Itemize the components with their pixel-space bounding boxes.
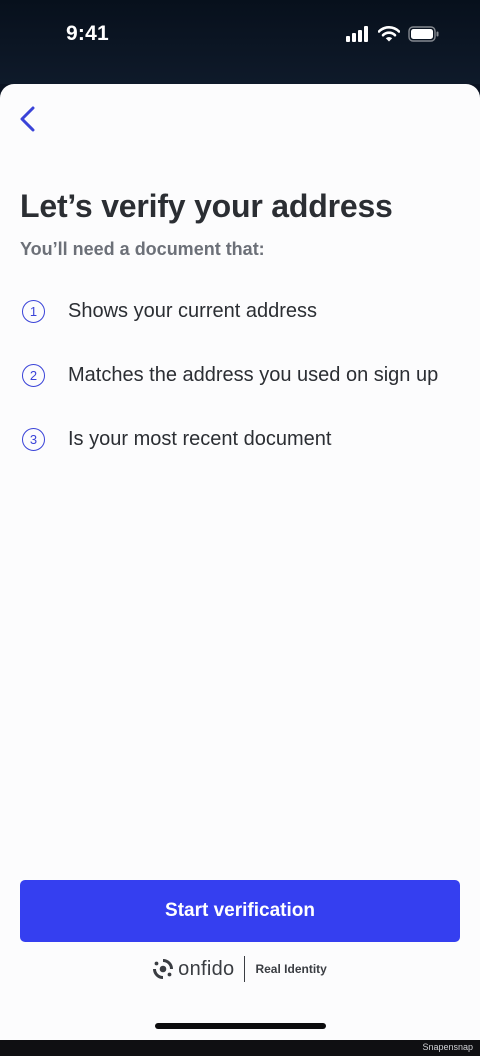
watermark-text: Snapensnap: [422, 1042, 473, 1052]
brand-footer: onfido Real Identity: [0, 954, 480, 984]
number-badge: 2: [22, 364, 45, 387]
requirement-text: Shows your current address: [68, 300, 318, 322]
requirement-item: 1 Shows your current address: [22, 294, 462, 358]
chevron-left-icon: [20, 106, 35, 132]
wifi-icon: [378, 26, 400, 42]
brand-tagline: Real Identity: [255, 962, 327, 976]
status-time: 9:41: [66, 22, 109, 45]
requirement-item: 2 Matches the address you used on sign u…: [22, 358, 462, 422]
onfido-logo-icon: [153, 959, 174, 979]
brand-divider: [244, 956, 246, 982]
back-button[interactable]: [14, 102, 44, 136]
onfido-logo: onfido: [153, 958, 234, 981]
number-badge: 3: [22, 428, 45, 451]
requirements-list: 1 Shows your current address 2 Matches t…: [22, 294, 462, 486]
status-bar: 9:41: [0, 0, 480, 84]
status-icons: [346, 26, 440, 42]
home-indicator: [155, 1023, 326, 1029]
number-badge: 1: [22, 300, 45, 323]
start-verification-button[interactable]: Start verification: [20, 880, 460, 942]
requirement-item: 3 Is your most recent document: [22, 422, 462, 486]
footer-bar: Snapensnap: [0, 1040, 480, 1056]
cellular-signal-icon: [346, 26, 368, 42]
requirement-text: Is your most recent document: [68, 428, 332, 450]
content-sheet: Let’s verify your address You’ll need a …: [0, 84, 480, 1040]
page-subtitle: You’ll need a document that:: [20, 239, 265, 259]
page-title: Let’s verify your address: [20, 188, 393, 224]
requirement-text: Matches the address you used on sign up: [68, 364, 439, 386]
brand-name: onfido: [178, 957, 235, 980]
battery-icon: [408, 26, 439, 42]
